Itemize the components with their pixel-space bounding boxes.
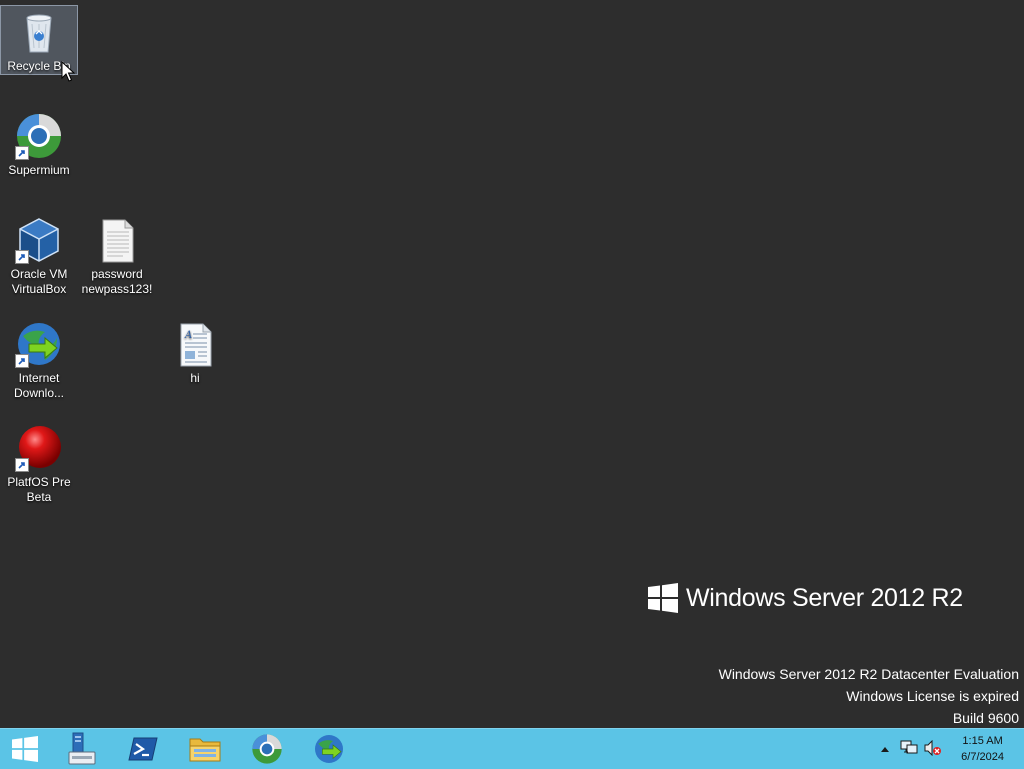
start-button[interactable] [0,729,50,769]
shortcut-arrow-icon [15,458,29,472]
red-sphere-icon [15,424,63,472]
desktop-icon-label: Internet Downlo... [13,371,65,400]
show-hidden-icons-chevron[interactable] [880,745,890,753]
system-clock[interactable]: 1:15 AM 6/7/2024 [961,733,1004,765]
svg-text:A: A [184,330,192,341]
taskbar-file-explorer[interactable] [180,729,230,769]
watermark-license-status: Windows License is expired [846,688,1019,704]
desktop-icon-password-file[interactable]: password newpass123! [79,214,155,297]
desktop[interactable]: Recycle Bin Supermium Oracle VM VirtualB… [0,0,1024,728]
windows-branding: Windows Server 2012 R2 [648,583,963,613]
product-name: Windows Server 2012 R2 [686,583,963,612]
shortcut-arrow-icon [15,354,29,368]
text-file-icon [93,216,141,264]
desktop-icon-label: password newpass123! [81,267,153,296]
recycle-bin-icon [15,8,63,56]
desktop-icon-label: Oracle VM VirtualBox [10,267,68,296]
desktop-icon-label: hi [190,371,200,385]
start-windows-icon [12,736,38,762]
taskbar-internet-download-manager[interactable] [304,729,354,769]
volume-muted-icon[interactable] [924,740,942,756]
file-explorer-icon [189,738,221,762]
desktop-icon-hi-document[interactable]: A hi [157,318,233,386]
powershell-icon [128,737,158,761]
clock-time: 1:15 AM [962,735,1003,747]
desktop-icon-supermium[interactable]: Supermium [1,110,77,178]
desktop-icon-label: Supermium [8,163,70,177]
clock-date: 6/7/2024 [961,751,1004,763]
virtualbox-icon [15,216,63,264]
network-icon[interactable] [900,740,918,756]
windows-logo-icon [648,583,678,613]
license-watermark: Windows Server 2012 R2 Datacenter Evalua… [719,663,1019,729]
supermium-browser-icon [252,734,282,764]
taskbar-supermium[interactable] [242,729,292,769]
desktop-icon-internet-download-manager[interactable]: Internet Downlo... [1,318,77,401]
internet-download-manager-icon [15,320,63,368]
supermium-browser-icon [15,112,63,160]
taskbar: 1:15 AM 6/7/2024 [0,728,1024,769]
mouse-cursor-icon [61,61,75,82]
desktop-icon-label: PlatfOS Pre Beta [7,475,71,504]
shortcut-arrow-icon [15,146,29,160]
desktop-icon-virtualbox[interactable]: Oracle VM VirtualBox [1,214,77,297]
watermark-build: Build 9600 [952,710,1019,726]
server-manager-icon [68,732,96,765]
wordpad-document-icon: A [171,320,219,368]
shortcut-arrow-icon [15,250,29,264]
desktop-icon-platfos[interactable]: PlatfOS Pre Beta [1,422,77,505]
watermark-edition: Windows Server 2012 R2 Datacenter Evalua… [718,666,1019,682]
taskbar-powershell[interactable] [118,729,168,769]
internet-download-manager-icon [315,735,343,763]
notification-area: 1:15 AM 6/7/2024 [864,729,1024,769]
taskbar-server-manager[interactable] [56,729,106,769]
